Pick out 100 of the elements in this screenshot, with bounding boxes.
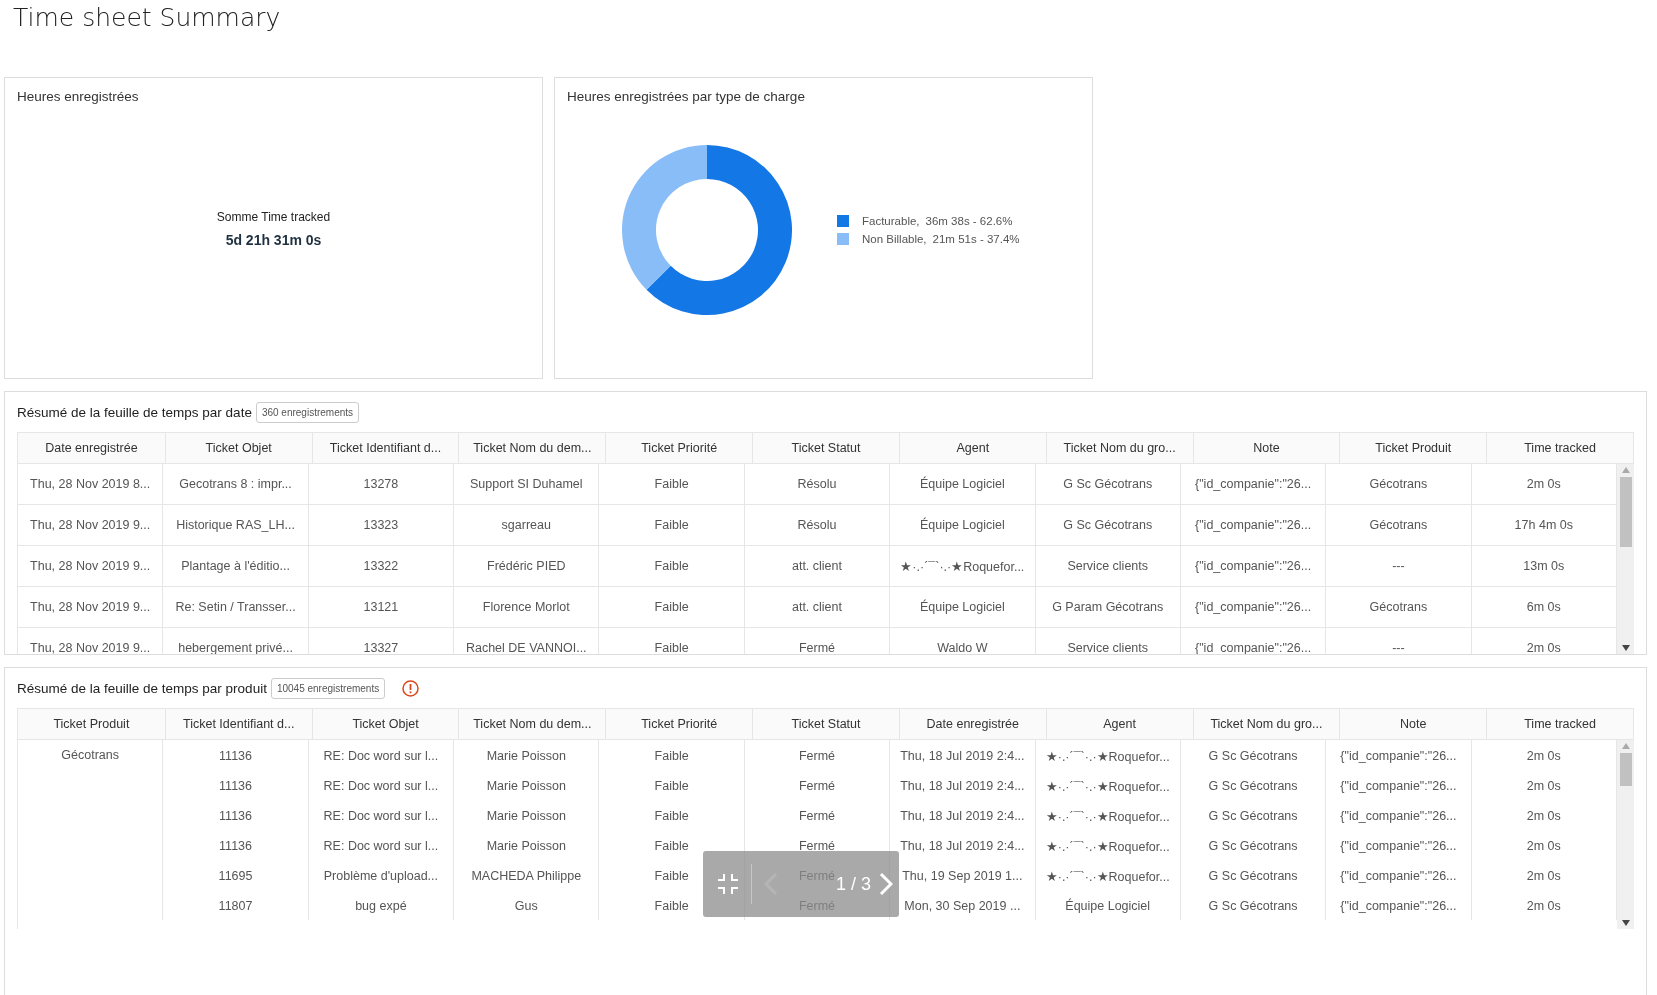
table-cell: Marie Poisson bbox=[454, 740, 600, 770]
column-header[interactable]: Ticket Nom du gro... bbox=[1045, 433, 1193, 463]
table-cell: 13m 0s bbox=[1471, 546, 1617, 587]
scroll-down-arrow-icon[interactable] bbox=[1621, 645, 1630, 651]
column-header[interactable]: Ticket Objet bbox=[311, 709, 459, 739]
column-header[interactable]: Ticket Produit bbox=[1339, 433, 1487, 463]
table-cell: G Param Gécotrans bbox=[1035, 587, 1181, 628]
scroll-up-arrow-icon[interactable] bbox=[1621, 743, 1630, 749]
table-cell: Gecotrans 8 : impr... bbox=[163, 464, 309, 505]
table-cell: 11136 bbox=[163, 770, 309, 800]
table-cell: {"id_companie":"26... bbox=[1326, 740, 1472, 770]
column-header[interactable]: Ticket Nom du gro... bbox=[1192, 709, 1340, 739]
table-cell: 2m 0s bbox=[1471, 890, 1617, 920]
card-title: Heures enregistrées bbox=[16, 88, 140, 104]
table-cell: {"id_companie":"26... bbox=[1180, 628, 1327, 654]
table-cell: 2m 0s bbox=[1471, 800, 1617, 830]
table-cell: Thu, 28 Nov 2019 9... bbox=[18, 587, 164, 628]
table-cell: Faible bbox=[599, 546, 745, 587]
column-header[interactable]: Time tracked bbox=[1486, 709, 1633, 739]
column-header[interactable]: Ticket Nom du dem... bbox=[458, 709, 606, 739]
column-header[interactable]: Agent bbox=[898, 433, 1046, 463]
table-cell: ★·.·´¯`·.·★Roquefor... bbox=[1035, 860, 1181, 890]
table-cell: 2m 0s bbox=[1471, 830, 1617, 860]
table-cell: Historique RAS_LH... bbox=[163, 505, 309, 546]
legend-label: Non Billable, bbox=[862, 233, 927, 245]
table-cell: ★·.·´¯`·.·★Roquefor... bbox=[1035, 770, 1181, 800]
table-cell: att. client bbox=[744, 546, 891, 587]
scroll-down-arrow-icon[interactable] bbox=[1621, 920, 1630, 926]
table-cell: 13322 bbox=[308, 546, 455, 587]
column-header[interactable]: Date enregistrée bbox=[898, 709, 1046, 739]
table-cell: Gécotrans bbox=[1326, 464, 1472, 505]
record-count-badge: 10045 enregistrements bbox=[270, 677, 386, 699]
table-cell: G Sc Gécotrans bbox=[1180, 890, 1327, 920]
table-cell: Thu, 28 Nov 2019 8... bbox=[18, 464, 164, 505]
column-header[interactable]: Ticket Produit bbox=[18, 709, 165, 739]
table-cell: Résolu bbox=[744, 464, 891, 505]
table-cell: G Sc Gécotrans bbox=[1035, 505, 1181, 546]
scrollbar[interactable] bbox=[1617, 464, 1634, 654]
column-header[interactable]: Ticket Statut bbox=[752, 433, 899, 463]
table-cell: Plantage à l'éditio... bbox=[163, 546, 309, 587]
table-cell: Équipe Logiciel bbox=[890, 464, 1036, 505]
table-cell: {"id_companie":"26... bbox=[1326, 800, 1472, 830]
table-cell: hebergement privé... bbox=[163, 628, 309, 654]
table-cell: {"id_companie":"26... bbox=[1180, 464, 1327, 505]
table-cell: Gécotrans bbox=[1326, 587, 1472, 628]
scroll-up-arrow-icon[interactable] bbox=[1621, 467, 1630, 473]
table-cell: 6m 0s bbox=[1471, 587, 1617, 628]
table-cell: G Sc Gécotrans bbox=[1180, 830, 1327, 860]
column-header[interactable]: Ticket Priorité bbox=[605, 709, 753, 739]
table-cell: ★·.·´¯`·.·★Roquefor... bbox=[890, 546, 1036, 587]
table-cell: 2m 0s bbox=[1471, 464, 1617, 505]
collapse-icon[interactable] bbox=[717, 873, 739, 895]
table-cell: RE: Doc word sur l... bbox=[308, 830, 455, 860]
record-count-badge: 360 enregistrements bbox=[255, 401, 360, 423]
table-cell: Rachel DE VANNOI... bbox=[454, 628, 600, 654]
table-cell: Thu, 28 Nov 2019 9... bbox=[18, 628, 164, 654]
table-cell: ★·.·´¯`·.·★Roquefor... bbox=[1035, 800, 1181, 830]
table-cell: Faible bbox=[599, 505, 745, 546]
table-cell: Faible bbox=[599, 770, 745, 800]
table-cell: 11136 bbox=[163, 740, 309, 770]
scrollbar-thumb[interactable] bbox=[1619, 477, 1632, 547]
table-title: Résumé de la feuille de temps par date bbox=[17, 404, 252, 420]
table-cell: 2m 0s bbox=[1471, 628, 1617, 654]
column-header[interactable]: Ticket Objet bbox=[164, 433, 312, 463]
column-header[interactable]: Note bbox=[1192, 433, 1340, 463]
table-cell: Thu, 18 Jul 2019 2:4... bbox=[890, 800, 1036, 830]
table-cell: Thu, 18 Jul 2019 2:4... bbox=[890, 740, 1036, 770]
column-header[interactable]: Time tracked bbox=[1486, 433, 1633, 463]
table-cell: Fermé bbox=[744, 800, 891, 830]
table-cell: ★·.·´¯`·.·★Roquefor... bbox=[1035, 830, 1181, 860]
table-cell: G Sc Gécotrans bbox=[1180, 740, 1327, 770]
table-cell: G Sc Gécotrans bbox=[1180, 860, 1327, 890]
warning-icon[interactable] bbox=[402, 679, 420, 697]
table-cell: Frédéric PIED bbox=[454, 546, 600, 587]
table-cell: Équipe Logiciel bbox=[890, 505, 1036, 546]
table-cell: RE: Doc word sur l... bbox=[308, 770, 455, 800]
column-header[interactable]: Ticket Priorité bbox=[605, 433, 753, 463]
column-header[interactable]: Ticket Statut bbox=[752, 709, 899, 739]
table-cell: Fermé bbox=[744, 628, 891, 654]
column-header[interactable]: Ticket Identifiant d... bbox=[164, 709, 312, 739]
table-cell: Équipe Logiciel bbox=[1035, 890, 1181, 920]
table-cell: MACHEDA Philippe bbox=[454, 860, 600, 890]
column-header[interactable]: Ticket Nom du dem... bbox=[458, 433, 606, 463]
column-header[interactable]: Ticket Identifiant d... bbox=[311, 433, 459, 463]
table-cell: Équipe Logiciel bbox=[890, 587, 1036, 628]
table-cell: {"id_companie":"26... bbox=[1180, 587, 1327, 628]
table-cell: RE: Doc word sur l... bbox=[308, 800, 455, 830]
table-cell: Thu, 28 Nov 2019 9... bbox=[18, 546, 164, 587]
scrollbar-thumb[interactable] bbox=[1619, 753, 1632, 786]
card-title: Heures enregistrées par type de charge bbox=[566, 88, 806, 104]
table-cell: Re: Setin / Transser... bbox=[163, 587, 309, 628]
column-header[interactable]: Agent bbox=[1045, 709, 1193, 739]
table-cell: 11807 bbox=[163, 890, 309, 920]
scrollbar[interactable] bbox=[1617, 740, 1634, 929]
column-header[interactable]: Date enregistrée bbox=[18, 433, 165, 463]
table-cell: G Sc Gécotrans bbox=[1035, 464, 1181, 505]
table-cell: bug expé bbox=[308, 890, 455, 920]
column-header[interactable]: Note bbox=[1339, 709, 1487, 739]
table-cell: att. client bbox=[744, 587, 891, 628]
table-cell: Faible bbox=[599, 800, 745, 830]
